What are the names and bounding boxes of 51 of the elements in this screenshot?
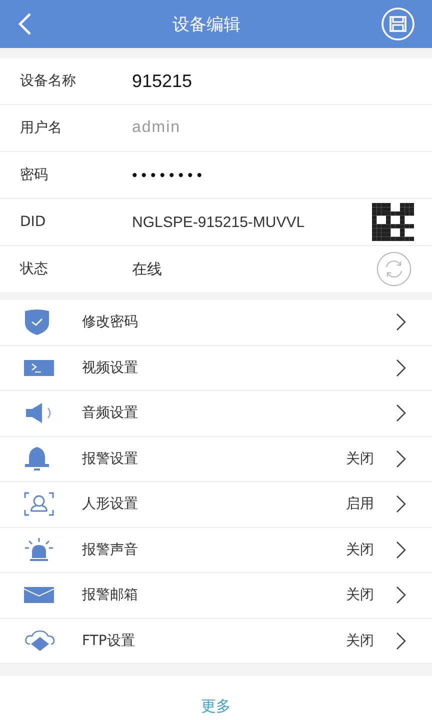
status-label: 关闭 xyxy=(346,450,374,468)
menu-label: 报警声音 xyxy=(82,540,139,559)
menu-label: 视频设置 xyxy=(82,358,139,377)
settings-menu-item[interactable]: FTP设置 关闭 xyxy=(0,618,432,664)
field-label: 密码 xyxy=(20,166,49,184)
status-label: 启用 xyxy=(346,495,374,514)
chevron-right-icon xyxy=(396,313,406,332)
settings-menu-item[interactable]: 人形设置 启用 xyxy=(0,482,432,528)
field-value: 在线 xyxy=(132,260,163,278)
chevron-right-icon xyxy=(396,358,406,377)
back-icon[interactable] xyxy=(18,12,32,36)
field-label: DID xyxy=(20,214,47,230)
bell-icon xyxy=(24,446,50,472)
chevron-right-icon xyxy=(396,540,406,559)
settings-menu-item[interactable]: 报警邮箱 关闭 xyxy=(0,573,432,618)
cloud-icon xyxy=(24,630,56,652)
settings-menu-item[interactable]: 报警声音 关闭 xyxy=(0,528,432,573)
siren-icon xyxy=(24,538,54,562)
status-label: 关闭 xyxy=(346,586,374,604)
page-title: 设备编辑 xyxy=(172,14,240,36)
field-label: 设备名称 xyxy=(20,72,77,90)
qr-code-icon[interactable] xyxy=(372,203,414,241)
menu-label: 音频设置 xyxy=(82,404,139,422)
field-label: 用户名 xyxy=(20,119,63,137)
shield-check-icon xyxy=(24,308,50,336)
chevron-right-icon xyxy=(396,404,406,422)
envelope-icon xyxy=(24,587,54,604)
person-frame-icon xyxy=(24,492,54,516)
field-label: 状态 xyxy=(20,260,49,278)
field-value: 915215 xyxy=(132,70,194,92)
refresh-icon[interactable] xyxy=(376,251,412,287)
chevron-right-icon xyxy=(396,450,406,468)
terminal-icon xyxy=(24,360,54,376)
menu-label: 报警设置 xyxy=(82,450,139,468)
settings-menu-item[interactable]: 音频设置 xyxy=(0,391,432,436)
field-value: NGLSPE-915215-MUVVL xyxy=(132,214,306,230)
status-label: 关闭 xyxy=(346,540,374,559)
chevron-right-icon xyxy=(396,632,406,650)
menu-label: 报警邮箱 xyxy=(82,586,139,604)
status-label: 关闭 xyxy=(346,632,374,650)
field-value: •••••••• xyxy=(132,166,208,184)
save-icon[interactable] xyxy=(381,7,415,41)
chevron-right-icon xyxy=(396,586,406,604)
field-value: admin xyxy=(132,119,182,137)
menu-label: FTP设置 xyxy=(82,632,136,650)
chevron-right-icon xyxy=(396,495,406,514)
menu-label: 修改密码 xyxy=(82,313,139,332)
settings-menu-item[interactable]: 报警设置 关闭 xyxy=(0,436,432,482)
menu-label: 人形设置 xyxy=(82,495,139,514)
settings-menu-item[interactable]: 修改密码 xyxy=(0,300,432,346)
settings-menu-item[interactable]: 视频设置 xyxy=(0,346,432,391)
